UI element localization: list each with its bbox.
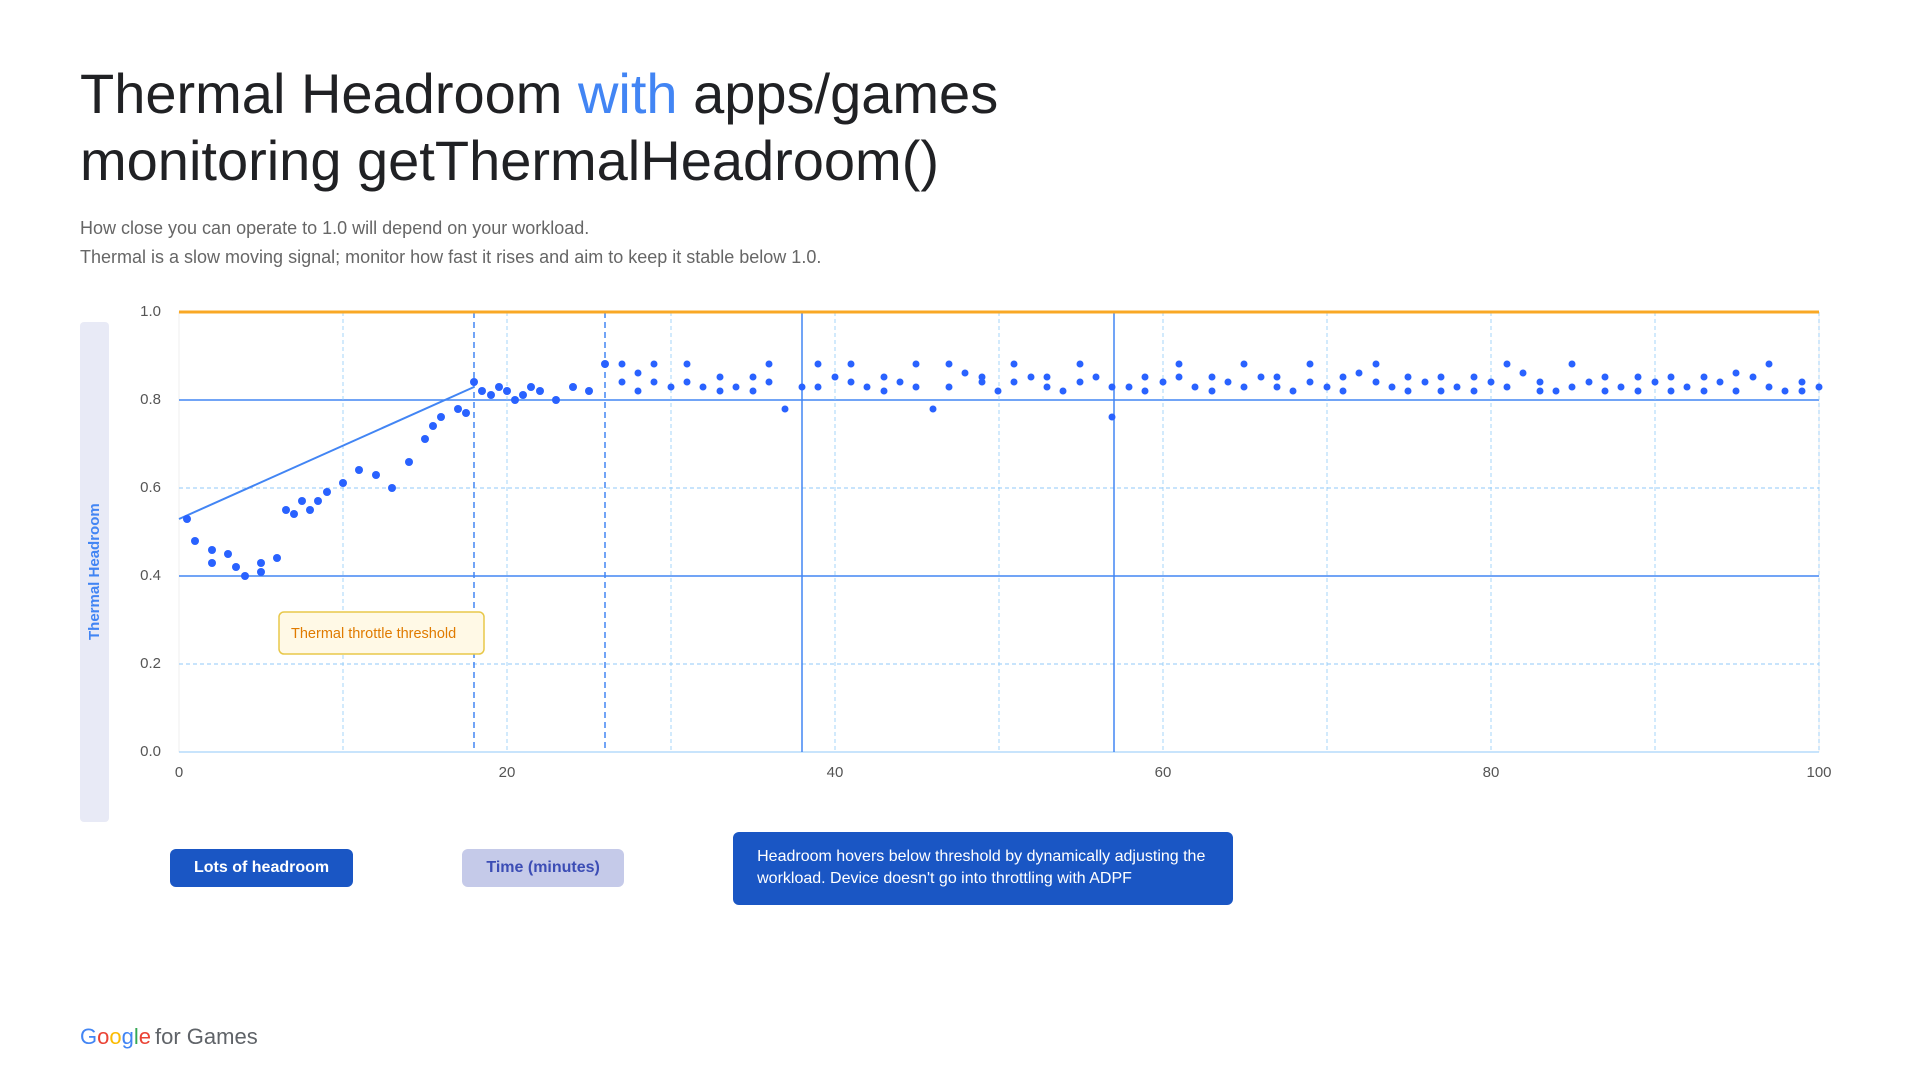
svg-text:0.8: 0.8	[140, 391, 161, 408]
title-line2: monitoring getThermalHeadroom()	[80, 129, 939, 192]
bottom-labels-row: Lots of headroom Time (minutes) Headroom…	[170, 832, 1840, 905]
svg-text:60: 60	[1155, 764, 1172, 781]
svg-text:0.0: 0.0	[140, 743, 161, 760]
svg-text:0.2: 0.2	[140, 655, 161, 672]
svg-text:40: 40	[827, 764, 844, 781]
svg-text:100: 100	[1806, 764, 1831, 781]
svg-text:0: 0	[175, 764, 183, 781]
svg-text:1.0: 1.0	[140, 303, 161, 320]
time-minutes-label: Time (minutes)	[462, 849, 624, 887]
svg-text:Thermal throttle threshold: Thermal throttle threshold	[291, 626, 456, 642]
subtitle: How close you can operate to 1.0 will de…	[80, 214, 1840, 272]
subtitle-line2: Thermal is a slow moving signal; monitor…	[80, 243, 1840, 272]
page-title: Thermal Headroom with apps/games monitor…	[80, 60, 1840, 194]
google-logo-text: Google	[80, 1024, 151, 1050]
title-highlight: with	[578, 62, 678, 125]
y-axis-label: Thermal Headroom	[80, 322, 109, 822]
google-logo: Google for Games	[80, 1024, 258, 1050]
subtitle-line1: How close you can operate to 1.0 will de…	[80, 214, 1840, 243]
title-part1: Thermal Headroom	[80, 62, 578, 125]
svg-text:0.4: 0.4	[140, 567, 161, 584]
chart-svg: 1.0 0.8 0.6 0.4 0.2 0.0	[119, 302, 1839, 822]
for-games-text: for Games	[155, 1024, 258, 1050]
main-container: Thermal Headroom with apps/games monitor…	[0, 0, 1920, 945]
title-part2: apps/games	[678, 62, 999, 125]
chart-wrapper: Thermal Headroom 1.0 0.8 0.6 0.4 0.2 0.0	[80, 302, 1840, 822]
svg-text:20: 20	[499, 764, 516, 781]
svg-text:80: 80	[1483, 764, 1500, 781]
svg-text:0.6: 0.6	[140, 479, 161, 496]
lots-headroom-label: Lots of headroom	[170, 849, 353, 887]
adpf-info-label: Headroom hovers below threshold by dynam…	[733, 832, 1233, 905]
